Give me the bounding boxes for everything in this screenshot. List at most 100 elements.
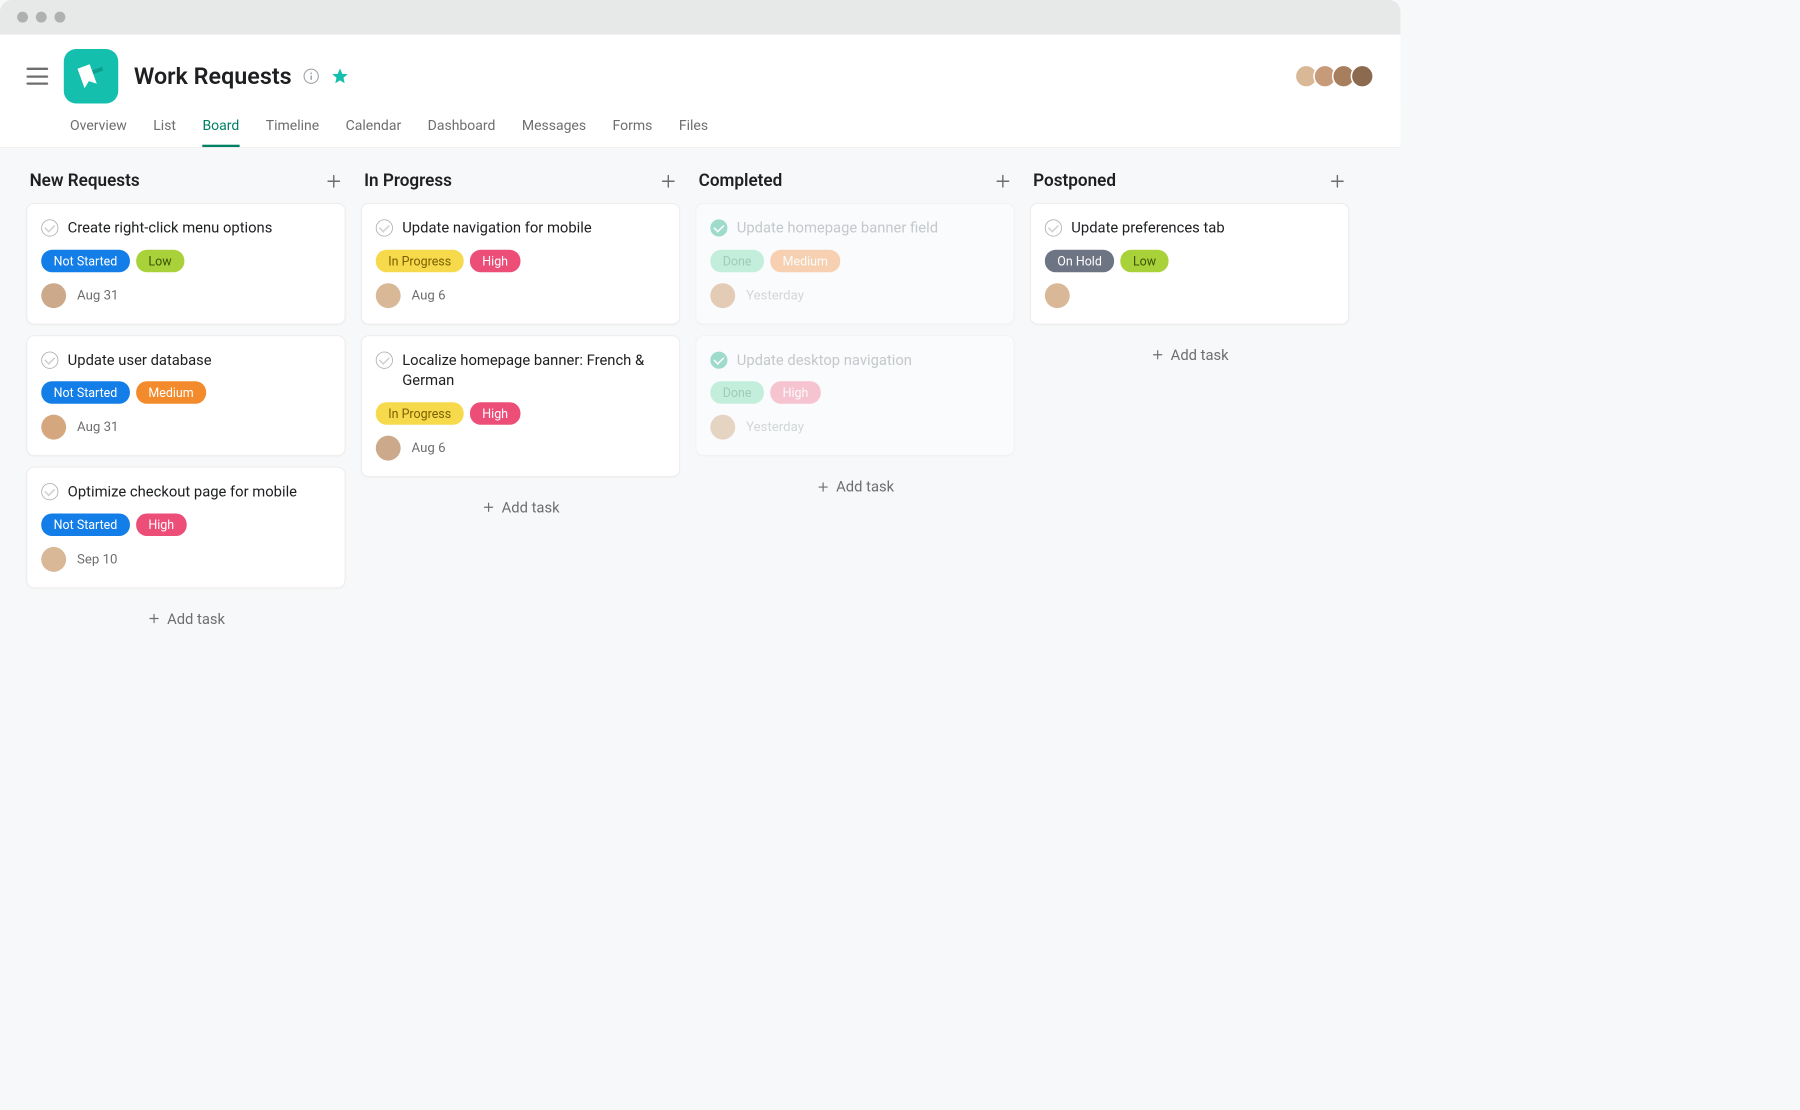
tag-notstarted: Not Started (41, 249, 129, 272)
window-chrome (0, 0, 1400, 34)
tag-inprogress: In Progress (376, 402, 464, 425)
due-date: Aug 6 (412, 440, 446, 456)
task-title: Update homepage banner field (737, 218, 938, 239)
tag-inprogress: In Progress (376, 249, 464, 272)
bookmark-icon (75, 61, 106, 92)
star-icon[interactable] (331, 67, 350, 86)
due-date: Aug 31 (77, 419, 118, 435)
tab-timeline[interactable]: Timeline (266, 117, 319, 147)
add-task-label: Add task (502, 499, 560, 517)
project-title: Work Requests (134, 63, 292, 90)
assignee-avatar[interactable] (710, 415, 735, 440)
assignee-avatar[interactable] (41, 283, 66, 308)
tab-files[interactable]: Files (679, 117, 708, 147)
plus-icon (1150, 348, 1164, 362)
plus-icon (481, 500, 495, 514)
add-task-label: Add task (836, 478, 894, 496)
task-card[interactable]: Update desktop navigationDoneHighYesterd… (696, 335, 1015, 456)
tag-medium: Medium (136, 381, 206, 404)
task-title: Localize homepage banner: French & Germa… (402, 350, 665, 391)
due-date: Yesterday (746, 288, 804, 304)
avatar[interactable] (1351, 65, 1374, 88)
task-card[interactable]: Create right-click menu options Not Start… (26, 203, 345, 324)
column-header: New Requests (26, 166, 345, 203)
column: Completed Update homepage banner field Don… (696, 166, 1015, 506)
add-task-label: Add task (167, 610, 225, 628)
tag-onhold: On Hold (1045, 249, 1114, 272)
assignee-avatar[interactable] (41, 547, 66, 572)
assignee-avatar[interactable] (376, 436, 401, 461)
tab-forms[interactable]: Forms (613, 117, 653, 147)
window-minimize-dot[interactable] (36, 12, 47, 23)
due-date: Sep 10 (77, 551, 117, 567)
add-task-button[interactable]: Add task (696, 467, 1015, 507)
tab-dashboard[interactable]: Dashboard (428, 117, 496, 147)
column-header: In Progress (361, 166, 680, 203)
check-circle-icon[interactable] (41, 483, 58, 500)
task-card[interactable]: Update navigation for mobile In Progress H… (361, 203, 680, 324)
due-date: Aug 31 (77, 288, 118, 304)
info-icon[interactable] (303, 68, 320, 85)
column-title: In Progress (364, 171, 452, 190)
check-circle-icon[interactable] (41, 219, 58, 236)
task-title: Create right-click menu options (68, 218, 273, 239)
tab-list[interactable]: List (153, 117, 176, 147)
tag-medium: Medium (770, 249, 840, 272)
task-card[interactable]: Update user databaseNot StartedMediumAug… (26, 335, 345, 456)
assignee-avatar[interactable] (41, 415, 66, 440)
header: Work Requests (0, 35, 1400, 103)
task-title: Update user database (68, 350, 212, 371)
check-circle-icon[interactable] (710, 219, 727, 236)
column-title: Completed (699, 171, 783, 190)
column-title: New Requests (30, 171, 140, 190)
tag-high: High (470, 402, 521, 425)
menu-button[interactable] (26, 68, 48, 85)
tab-calendar[interactable]: Calendar (346, 117, 402, 147)
window-close-dot[interactable] (17, 12, 28, 23)
check-circle-icon[interactable] (41, 351, 58, 368)
column: In Progress Update navigation for mobile I… (361, 166, 680, 527)
plus-icon[interactable] (660, 172, 677, 189)
assignee-avatar[interactable] (710, 283, 735, 308)
check-circle-icon[interactable] (1045, 219, 1062, 236)
add-task-button[interactable]: Add task (26, 599, 345, 639)
tag-low: Low (136, 249, 184, 272)
tag-high: High (770, 381, 821, 404)
tag-notstarted: Not Started (41, 513, 129, 536)
tag-high: High (470, 249, 521, 272)
check-circle-icon[interactable] (710, 351, 727, 368)
tab-board[interactable]: Board (202, 117, 239, 147)
window-maximize-dot[interactable] (54, 12, 65, 23)
column-header: Completed (696, 166, 1015, 203)
task-card[interactable]: Optimize checkout page for mobile Not Sta… (26, 467, 345, 588)
task-card[interactable]: Localize homepage banner: French & Germa… (361, 335, 680, 477)
member-avatars[interactable] (1299, 65, 1374, 88)
add-task-button[interactable]: Add task (1030, 335, 1349, 375)
check-circle-icon[interactable] (376, 351, 393, 368)
tab-overview[interactable]: Overview (70, 117, 127, 147)
task-title: Update navigation for mobile (402, 218, 591, 239)
assignee-avatar[interactable] (376, 283, 401, 308)
tag-high: High (136, 513, 187, 536)
column: New Requests Create right-click menu opti… (26, 166, 345, 638)
tag-low: Low (1121, 249, 1169, 272)
project-icon (64, 49, 118, 103)
tag-done: Done (710, 381, 764, 404)
add-task-button[interactable]: Add task (361, 488, 680, 528)
tab-messages[interactable]: Messages (522, 117, 586, 147)
tabs: Overview List Board Timeline Calendar Dashboa… (0, 103, 1400, 147)
task-card[interactable]: Update preferences tabOn HoldLow (1030, 203, 1349, 324)
plus-icon (147, 612, 161, 626)
assignee-avatar[interactable] (1045, 283, 1070, 308)
plus-icon[interactable] (994, 172, 1011, 189)
due-date: Aug 6 (412, 288, 446, 304)
task-title: Update desktop navigation (737, 350, 912, 371)
task-card[interactable]: Update homepage banner field Done Medium Ye… (696, 203, 1015, 324)
plus-icon[interactable] (1329, 172, 1346, 189)
tag-done: Done (710, 249, 764, 272)
column-header: Postponed (1030, 166, 1349, 203)
check-circle-icon[interactable] (376, 219, 393, 236)
column: PostponedUpdate preferences tabOn HoldLo… (1030, 166, 1349, 374)
plus-icon[interactable] (325, 172, 342, 189)
task-title: Optimize checkout page for mobile (68, 482, 297, 503)
